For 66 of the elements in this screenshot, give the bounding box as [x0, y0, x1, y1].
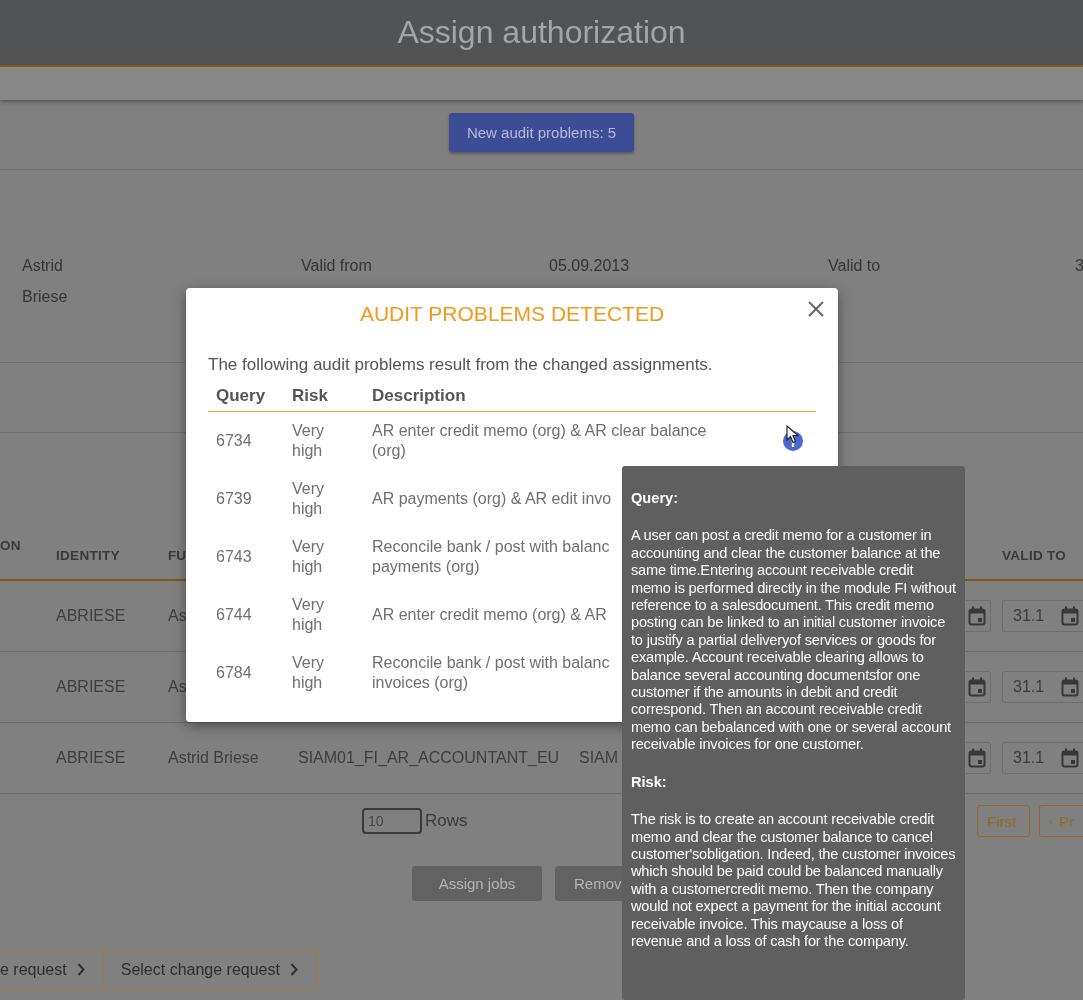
- field-value: 3: [1075, 256, 1083, 275]
- query-id: 6743: [215, 548, 253, 566]
- date-field[interactable]: [966, 600, 991, 632]
- problem-description: AR payments (org) & AR edit invo: [372, 489, 612, 509]
- chevron-right-icon: [289, 963, 298, 976]
- problem-description: AR enter credit memo (org) & AR: [372, 605, 607, 625]
- date-field[interactable]: 31.1: [1002, 600, 1083, 632]
- audit-problems-button[interactable]: New audit problems: 5: [449, 113, 634, 152]
- table-cell: SIAM01_FI_AR_ACCOUNTANT_EU: [298, 749, 560, 767]
- calendar-icon: [968, 606, 986, 626]
- dialog-text: The following audit problems result from the changed assignments.: [208, 355, 714, 375]
- field-label: Valid from: [301, 256, 373, 275]
- table-cell: ABRIESE: [56, 678, 126, 696]
- calendar-icon: [1061, 677, 1079, 697]
- close-icon[interactable]: [808, 301, 824, 317]
- request-button[interactable]: e request: [0, 950, 104, 989]
- column-header: Query: [215, 386, 267, 406]
- date-field[interactable]: [966, 742, 991, 774]
- column-header: IDENTITY: [56, 548, 120, 565]
- table-cell: ABRIESE: [56, 607, 126, 625]
- calendar-icon: [968, 748, 986, 768]
- tooltip-heading: Query:: [631, 490, 680, 508]
- column-header: Description: [371, 386, 467, 406]
- column-header: FU: [168, 548, 186, 565]
- query-id: 6784: [215, 664, 253, 682]
- chevron-right-icon: [76, 963, 85, 976]
- tooltip-heading: Risk:: [631, 773, 668, 792]
- calendar-icon: [1061, 606, 1079, 626]
- risk-level: Very high: [292, 479, 325, 519]
- problem-description: AR enter credit memo (org) & AR clear balance (org): [372, 421, 707, 461]
- risk-level: Very high: [292, 421, 325, 461]
- table-cell: As: [168, 678, 187, 696]
- page-title: Assign authorization: [397, 14, 686, 51]
- table-cell: Astrid Briese: [168, 749, 259, 767]
- rows-field[interactable]: 10: [362, 808, 422, 834]
- table-cell: ABRIESE: [56, 749, 126, 767]
- column-header: ON: [0, 538, 21, 555]
- first-name: Astrid: [22, 256, 64, 275]
- rows-label: Rows: [425, 811, 468, 831]
- tooltip-text: A user can post a credit memo for a customer in accounting and clear the customer balance at the same time.Entering account receivable credit memo is performed directly in the module FI without reference to a salesdocument. This credit memo posting can be linked to an initial customer invoice to justify a partial deliveryof services or goods for example. Account receivable clearing allows to balance several accounting documentsfor one customer if the amounts in debit and credit correspond. Then an account receivable credit memo can bebalanced with one or several account receivable invoices for one customer.: [631, 527, 956, 754]
- problem-description: Reconcile bank / post with balanc invoices (org): [372, 653, 610, 693]
- date-field[interactable]: 31.1: [1002, 742, 1083, 774]
- query-id: 6734: [215, 432, 253, 450]
- last-name: Briese: [22, 287, 69, 306]
- date-value: 31.1: [1013, 678, 1045, 696]
- date-value: 31.1: [1013, 607, 1045, 625]
- calendar-icon: [968, 677, 986, 697]
- column-header: VALID TO: [1002, 548, 1067, 565]
- query-id: 6739: [215, 490, 253, 508]
- problem-description: Reconcile bank / post with balanc payments (org): [372, 537, 610, 577]
- date-field[interactable]: [966, 671, 991, 703]
- table-cell: SIAM: [579, 749, 619, 767]
- calendar-icon: [1061, 748, 1079, 768]
- date-value: 31.1: [1013, 749, 1045, 767]
- field-label: Valid to: [828, 256, 882, 275]
- risk-level: Very high: [292, 537, 325, 577]
- date-field[interactable]: 31.1: [1002, 671, 1083, 703]
- column-header: Risk: [291, 386, 329, 406]
- query-id: 6744: [215, 606, 253, 624]
- request-button[interactable]: Select change request: [103, 950, 317, 989]
- field-value: 05.09.2013: [549, 256, 631, 275]
- risk-level: Very high: [292, 595, 325, 635]
- table-cell: As: [168, 607, 187, 625]
- cursor-icon: [786, 425, 799, 444]
- risk-level: Very high: [292, 653, 325, 693]
- dialog-title: AUDIT PROBLEMS DETECTED: [358, 301, 666, 327]
